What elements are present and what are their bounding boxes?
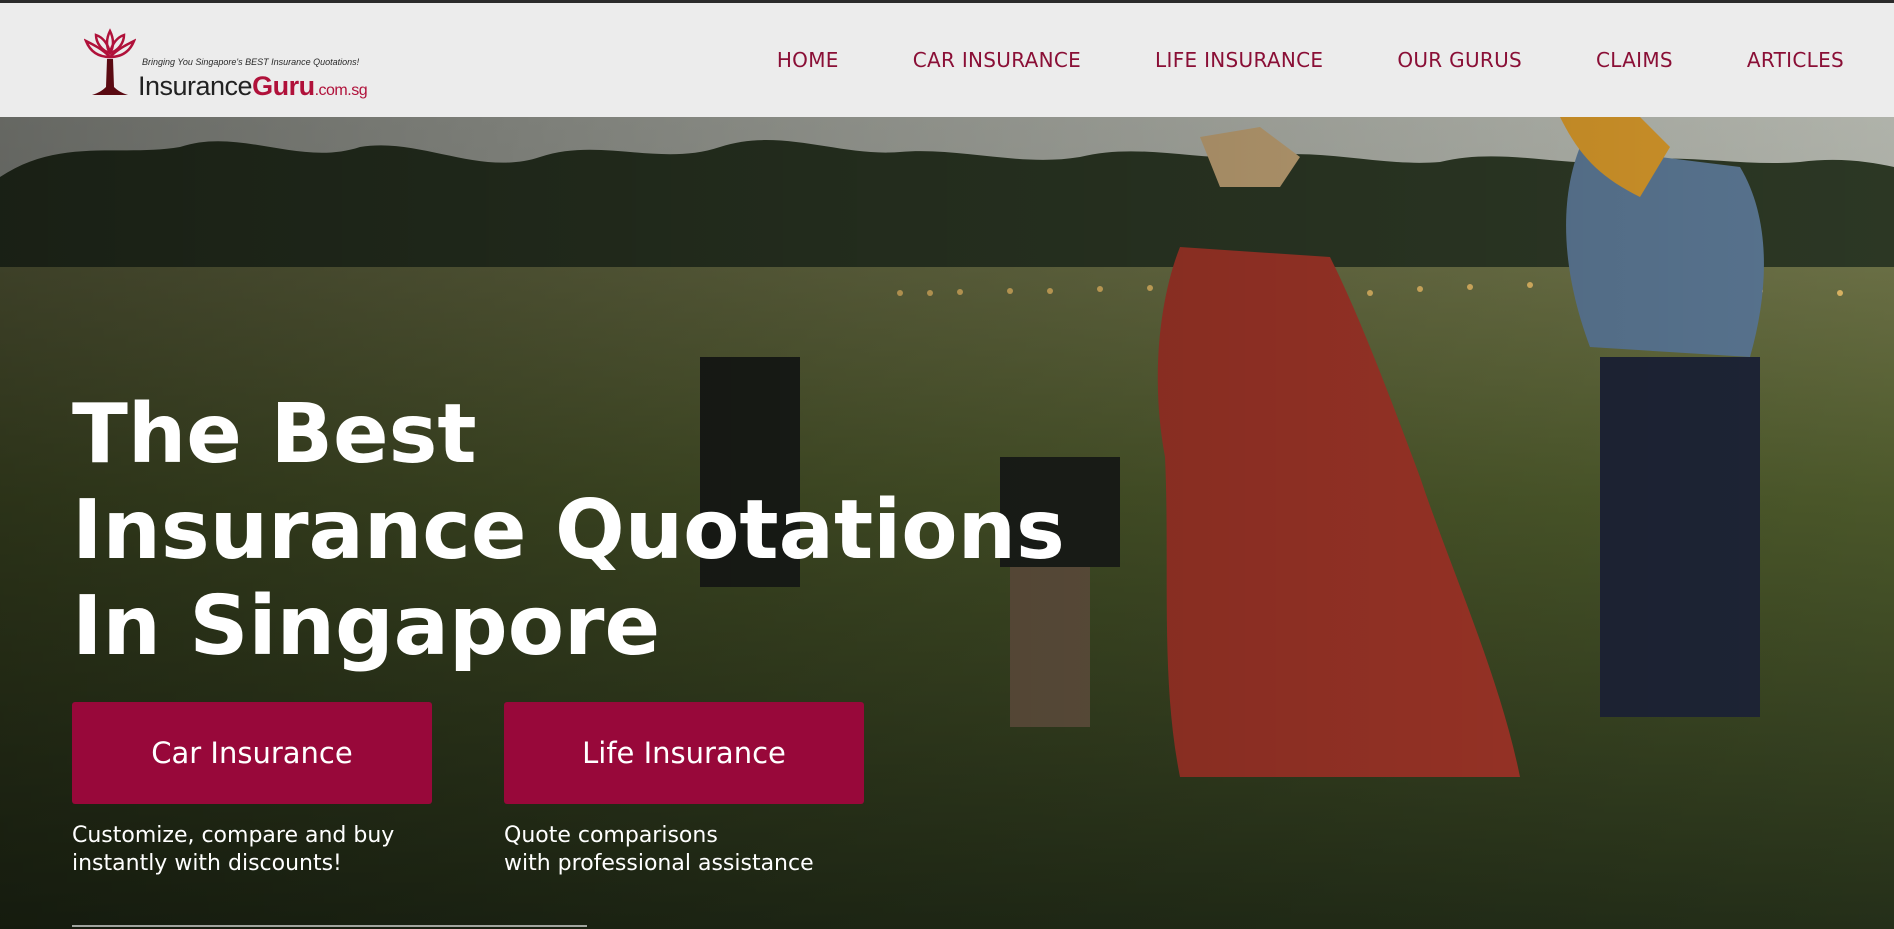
site-header: Bringing You Singapore's BEST Insurance … [0, 3, 1894, 117]
hero-section: The Best Insurance Quotations In Singapo… [0, 117, 1894, 929]
nav-our-gurus[interactable]: OUR GURUS [1397, 48, 1522, 72]
nav-articles[interactable]: ARTICLES [1747, 48, 1844, 72]
logo-tagline: Bringing You Singapore's BEST Insurance … [142, 57, 360, 67]
nav-life-insurance[interactable]: LIFE INSURANCE [1155, 48, 1323, 72]
nav-home[interactable]: HOME [777, 48, 839, 72]
logo-word-main: Insurance [138, 71, 253, 101]
car-insurance-button[interactable]: Car Insurance [72, 702, 432, 804]
logo-word-brand: Guru [252, 71, 315, 101]
car-insurance-description: Customize, compare and buy instantly wit… [72, 822, 394, 878]
life-insurance-description: Quote comparisons with professional assi… [504, 822, 814, 878]
logo-word-tld: .com.sg [314, 82, 368, 99]
car-desc-line-2: instantly with discounts! [72, 851, 342, 876]
headline-line-3: In Singapore [72, 579, 661, 674]
site-logo[interactable]: Bringing You Singapore's BEST Insurance … [84, 27, 404, 107]
hero-headline: The Best Insurance Quotations In Singapo… [72, 387, 1065, 675]
headline-line-1: The Best [72, 387, 477, 482]
nav-car-insurance[interactable]: CAR INSURANCE [913, 48, 1081, 72]
logo-wordmark: InsuranceGuru.com.sg [138, 71, 368, 102]
main-nav: HOME CAR INSURANCE LIFE INSURANCE OUR GU… [777, 3, 1844, 117]
car-desc-line-1: Customize, compare and buy [72, 823, 395, 848]
life-insurance-button[interactable]: Life Insurance [504, 702, 864, 804]
life-desc-line-1: Quote comparisons [504, 823, 718, 848]
hero-divider [72, 925, 587, 927]
headline-line-2: Insurance Quotations [72, 483, 1065, 578]
lotus-tree-icon [84, 28, 136, 95]
life-desc-line-2: with professional assistance [504, 851, 814, 876]
nav-claims[interactable]: CLAIMS [1596, 48, 1673, 72]
